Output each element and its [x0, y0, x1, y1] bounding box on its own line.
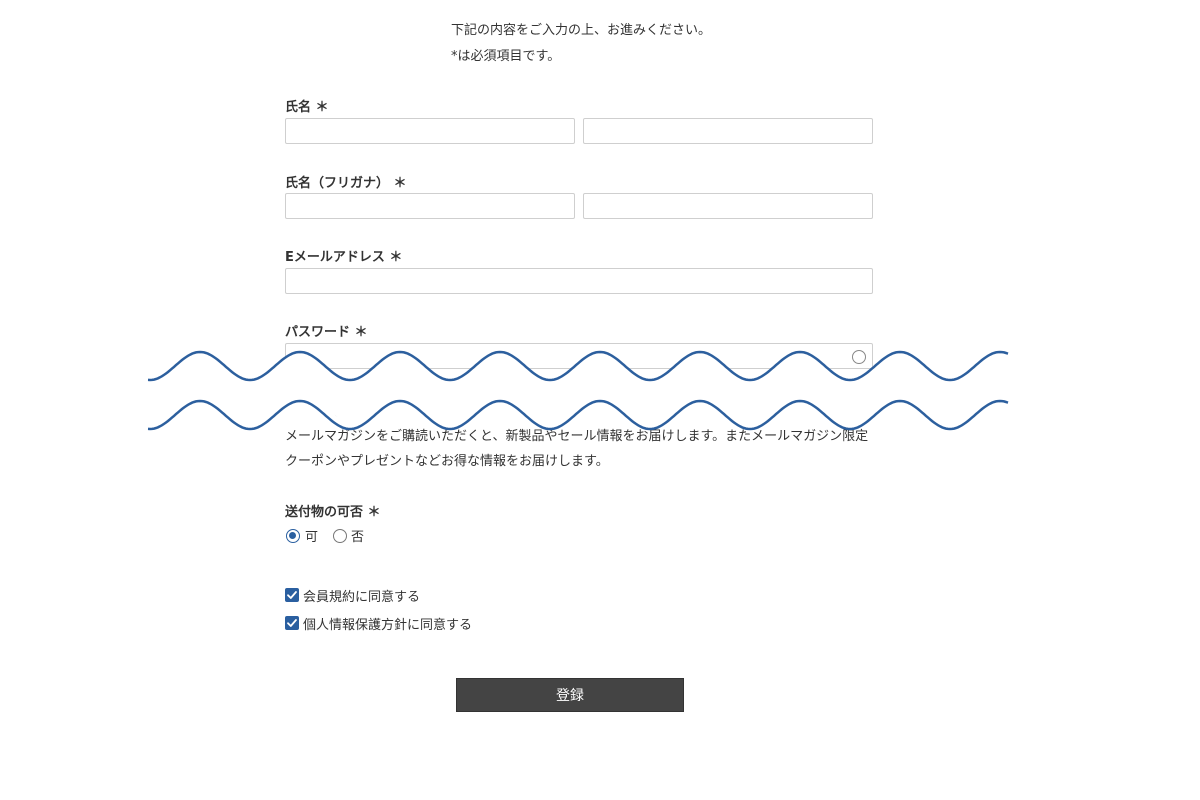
newsletter-description-line1: メールマガジンをご購読いただくと、新製品やセール情報をお届けします。またメールマ… [285, 429, 869, 444]
eye-icon[interactable] [852, 350, 866, 364]
privacy-checkbox[interactable] [285, 616, 299, 630]
newsletter-no-radio[interactable] [333, 403, 347, 417]
shipment-yes-label: 可 [305, 530, 319, 545]
shipment-yes-radio[interactable] [286, 529, 300, 543]
check-icon [287, 591, 297, 599]
first-name-kana-input[interactable] [583, 193, 873, 219]
email-input[interactable] [285, 268, 873, 294]
email-label: Eメールアドレス ＊ [285, 250, 403, 265]
required-note: *は必須項目です。 [451, 49, 561, 64]
first-name-input[interactable] [583, 118, 873, 144]
shipment-no-radio[interactable] [333, 529, 347, 543]
name-kana-label: 氏名（フリガナ） ＊ [285, 176, 407, 191]
password-input[interactable] [285, 343, 873, 369]
newsletter-description-line2: クーポンやプレゼントなどお得な情報をお届けします。 [285, 454, 609, 469]
check-icon [287, 619, 297, 627]
terms-label: 会員規約に同意する [303, 590, 421, 605]
intro-text: 下記の内容をご入力の上、お進みください。 [451, 23, 712, 38]
terms-checkbox[interactable] [285, 588, 299, 602]
register-button[interactable]: 登録 [456, 678, 684, 712]
name-label: 氏名 ＊ [285, 100, 329, 115]
newsletter-no-label: 否 [352, 401, 365, 411]
shipment-label: 送付物の可否 ＊ [285, 505, 381, 520]
last-name-input[interactable] [285, 118, 575, 144]
shipment-no-label: 否 [351, 530, 365, 545]
privacy-label: 個人情報保護方針に同意する [303, 618, 473, 633]
last-name-kana-input[interactable] [285, 193, 575, 219]
password-label: パスワード ＊ [285, 325, 368, 340]
